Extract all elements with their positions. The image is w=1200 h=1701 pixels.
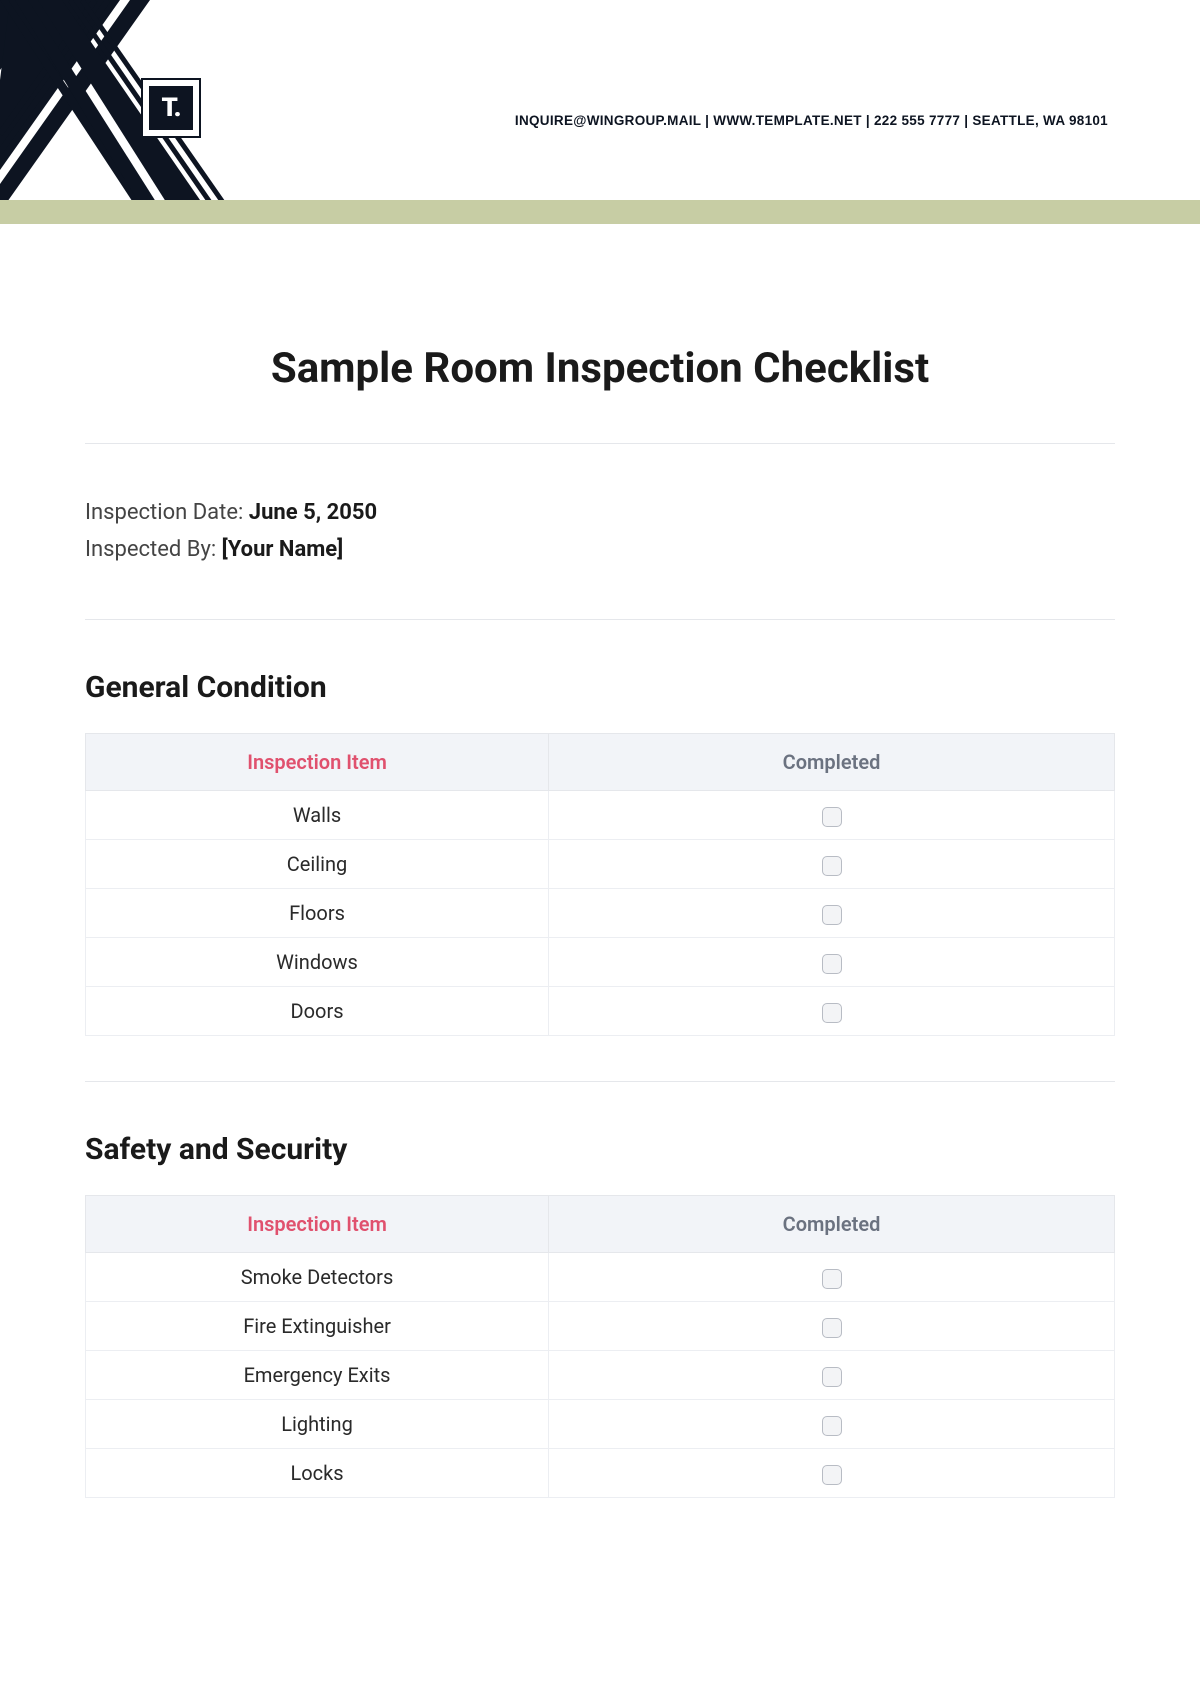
checkbox-cell: [549, 986, 1115, 1035]
document-header: T. INQUIRE@WINGROUP.MAIL | WWW.TEMPLATE.…: [0, 0, 1200, 224]
table-row: Floors: [86, 888, 1115, 937]
inspected-by-value: [Your Name]: [222, 537, 344, 562]
table-row: Lighting: [86, 1399, 1115, 1448]
divider: [85, 1081, 1115, 1082]
table-row: Locks: [86, 1448, 1115, 1497]
item-cell: Smoke Detectors: [86, 1252, 549, 1301]
table-row: Emergency Exits: [86, 1350, 1115, 1399]
table-row: Doors: [86, 986, 1115, 1035]
inspection-date-label: Inspection Date:: [85, 500, 249, 525]
contact-info: INQUIRE@WINGROUP.MAIL | WWW.TEMPLATE.NET…: [515, 113, 1108, 128]
table-row: Fire Extinguisher: [86, 1301, 1115, 1350]
section-heading-general: General Condition: [85, 670, 1115, 705]
page-title: Sample Room Inspection Checklist: [85, 344, 1115, 393]
section-heading-safety: Safety and Security: [85, 1132, 1115, 1167]
table-row: Walls: [86, 790, 1115, 839]
table-row: Windows: [86, 937, 1115, 986]
checklist-table-safety: Inspection Item Completed Smoke Detector…: [85, 1195, 1115, 1498]
divider: [85, 443, 1115, 444]
checkbox[interactable]: [822, 954, 842, 974]
checklist-table-general: Inspection Item Completed Walls Ceiling …: [85, 733, 1115, 1036]
logo-text: T.: [149, 86, 193, 130]
item-cell: Windows: [86, 937, 549, 986]
logo: T.: [141, 78, 201, 138]
checkbox[interactable]: [822, 1465, 842, 1485]
accent-bar: [0, 200, 1200, 224]
item-cell: Locks: [86, 1448, 549, 1497]
checkbox[interactable]: [822, 1416, 842, 1436]
table-row: Ceiling: [86, 839, 1115, 888]
inspection-date-value: June 5, 2050: [249, 500, 377, 525]
col-header-item: Inspection Item: [86, 1195, 549, 1252]
checkbox-cell: [549, 1301, 1115, 1350]
item-cell: Emergency Exits: [86, 1350, 549, 1399]
checkbox[interactable]: [822, 1367, 842, 1387]
checkbox-cell: [549, 1350, 1115, 1399]
checkbox-cell: [549, 839, 1115, 888]
checkbox-cell: [549, 937, 1115, 986]
checkbox-cell: [549, 790, 1115, 839]
checkbox[interactable]: [822, 807, 842, 827]
checkbox[interactable]: [822, 1003, 842, 1023]
item-cell: Floors: [86, 888, 549, 937]
item-cell: Ceiling: [86, 839, 549, 888]
table-row: Smoke Detectors: [86, 1252, 1115, 1301]
checkbox[interactable]: [822, 1269, 842, 1289]
divider: [85, 619, 1115, 620]
inspection-meta: Inspection Date: June 5, 2050 Inspected …: [85, 494, 1115, 569]
document-body: Sample Room Inspection Checklist Inspect…: [0, 224, 1200, 1498]
checkbox[interactable]: [822, 1318, 842, 1338]
item-cell: Doors: [86, 986, 549, 1035]
inspection-date-row: Inspection Date: June 5, 2050: [85, 494, 1115, 531]
checkbox-cell: [549, 1399, 1115, 1448]
inspected-by-row: Inspected By: [Your Name]: [85, 531, 1115, 568]
col-header-item: Inspection Item: [86, 733, 549, 790]
col-header-completed: Completed: [549, 733, 1115, 790]
item-cell: Lighting: [86, 1399, 549, 1448]
item-cell: Walls: [86, 790, 549, 839]
checkbox-cell: [549, 888, 1115, 937]
corner-graphic: [0, 0, 260, 224]
checkbox-cell: [549, 1448, 1115, 1497]
checkbox[interactable]: [822, 905, 842, 925]
checkbox-cell: [549, 1252, 1115, 1301]
item-cell: Fire Extinguisher: [86, 1301, 549, 1350]
inspected-by-label: Inspected By:: [85, 537, 222, 562]
checkbox[interactable]: [822, 856, 842, 876]
col-header-completed: Completed: [549, 1195, 1115, 1252]
